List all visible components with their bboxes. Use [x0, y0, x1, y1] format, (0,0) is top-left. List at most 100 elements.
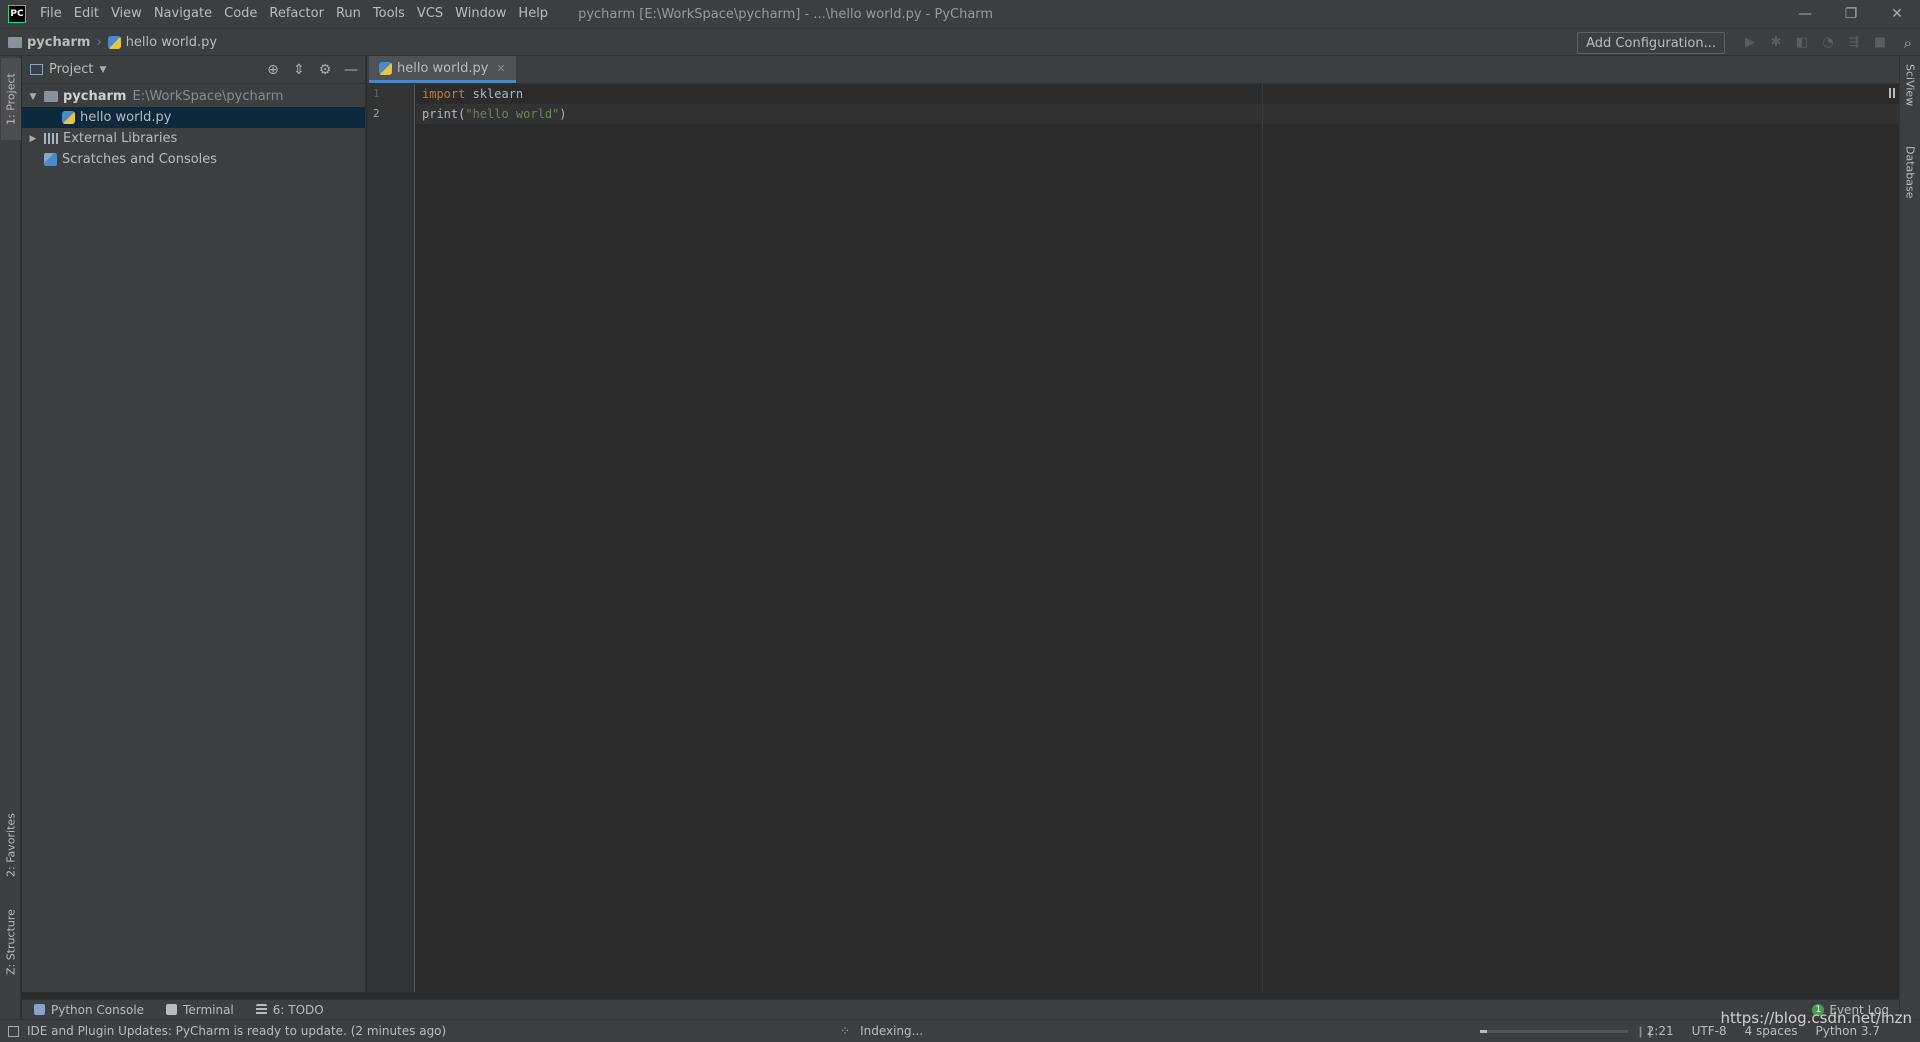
collapse-all-icon[interactable]: ⇕ [291, 60, 307, 80]
project-panel-title: Project [49, 62, 94, 77]
project-tool-tab[interactable]: 1: Project [1, 58, 21, 140]
inspection-indicator-icon[interactable] [1889, 88, 1895, 98]
collapsed-arrow-icon[interactable]: ▶ [26, 134, 40, 144]
menu-code[interactable]: Code [218, 0, 263, 28]
tree-item-external-libraries[interactable]: ▶ External Libraries [22, 128, 365, 149]
project-view-icon [30, 64, 43, 75]
run-with-coverage-icon[interactable]: ◧ [1794, 34, 1810, 50]
caret-position[interactable]: 2:21 [1647, 1024, 1674, 1038]
library-icon [44, 133, 58, 144]
menu-tools[interactable]: Tools [367, 0, 411, 28]
window-controls: — ❐ ✕ [1782, 0, 1920, 28]
keyword-token: import [422, 87, 466, 101]
menu-file[interactable]: File [34, 0, 68, 28]
todo-label: 6: TODO [272, 1002, 324, 1017]
tree-item-label: pycharm [63, 89, 127, 104]
indexing-label: Indexing... [860, 1024, 924, 1038]
menu-help[interactable]: Help [512, 0, 554, 28]
run-toolbar: ▶ ✱ ◧ ◔ ⇶ ■ [1742, 34, 1888, 50]
editor-tabs: hello world.py ✕ [367, 56, 1899, 84]
sciview-tool-tab[interactable]: SciView [1900, 58, 1920, 128]
toggle-tool-windows-icon[interactable] [8, 1025, 19, 1037]
left-tool-stripe: 1: Project 2: Favorites Z: Structure [0, 56, 21, 1019]
close-icon[interactable]: ✕ [496, 62, 505, 75]
code-editor[interactable]: import sklearn print("hello world") [416, 84, 1899, 992]
tree-item-path: E:\WorkSpace\pycharm [132, 89, 284, 104]
project-view-selector[interactable]: Project ▼ [30, 62, 106, 77]
tree-item-label: External Libraries [63, 131, 178, 146]
tool-windows-bar: Python Console Terminal 6: TODO 1 Event … [22, 999, 1899, 1019]
folder-icon [44, 91, 58, 102]
todo-button[interactable]: 6: TODO [255, 1002, 324, 1017]
hide-panel-icon[interactable]: — [343, 60, 359, 80]
run-icon[interactable]: ▶ [1742, 34, 1758, 50]
menu-vcs[interactable]: VCS [411, 0, 449, 28]
gear-icon[interactable]: ⚙ [317, 60, 333, 80]
favorites-tool-tab[interactable]: 2: Favorites [1, 802, 21, 888]
search-everywhere-icon[interactable]: ⌕ [1904, 34, 1912, 52]
menu-run[interactable]: Run [330, 0, 367, 28]
chevron-down-icon: ▼ [99, 64, 107, 75]
breadcrumb-root[interactable]: pycharm [27, 35, 90, 50]
paren-token: ) [559, 107, 567, 121]
tree-item-label: Scratches and Consoles [62, 152, 218, 167]
watermark-text: https://blog.csdn.net/lnzn [1720, 1009, 1912, 1027]
project-panel-tools: ⊕ ⇕ ⚙ — [265, 60, 359, 80]
python-file-icon [62, 111, 75, 124]
breadcrumb-file[interactable]: hello world.py [126, 35, 217, 50]
code-line[interactable]: import sklearn [416, 84, 1899, 104]
tree-item-label: hello world.py [80, 110, 172, 125]
restore-button[interactable]: ❐ [1828, 0, 1874, 28]
window-title: pycharm [E:\WorkSpace\pycharm] - ...\hel… [578, 6, 994, 22]
sciview-tool-tab-label: SciView [1903, 64, 1917, 107]
close-window-button[interactable]: ✕ [1874, 0, 1920, 28]
terminal-icon [166, 1004, 178, 1015]
function-token: print( [422, 107, 466, 121]
menu-edit[interactable]: Edit [68, 0, 105, 28]
main-menu: File Edit View Navigate Code Refactor Ru… [34, 0, 554, 28]
menu-window[interactable]: Window [449, 0, 512, 28]
spinner-icon: ⁘ [840, 1024, 851, 1038]
database-tool-tab[interactable]: Database [1900, 140, 1920, 216]
folder-icon [8, 36, 22, 48]
terminal-button[interactable]: Terminal [166, 1003, 234, 1017]
menu-view[interactable]: View [105, 0, 148, 28]
debug-icon[interactable]: ✱ [1768, 34, 1784, 50]
locate-file-icon[interactable]: ⊕ [265, 60, 281, 80]
expanded-arrow-icon[interactable]: ▼ [26, 92, 40, 102]
navigation-bar: pycharm › hello world.py Add Configurati… [0, 28, 1920, 56]
line-number: 2 [373, 107, 380, 120]
right-tool-stripe: SciView Database [1899, 56, 1920, 1019]
favorites-tool-tab-label: 2: Favorites [4, 813, 18, 877]
project-tree: ▼ pycharm E:\WorkSpace\pycharm hello wor… [22, 84, 365, 170]
tab-hello-world[interactable]: hello world.py ✕ [369, 56, 516, 83]
project-tool-window: Project ▼ ⊕ ⇕ ⚙ — ▼ pycharm E:\WorkSpace… [22, 56, 366, 992]
add-configuration-button[interactable]: Add Configuration... [1577, 32, 1725, 54]
structure-tool-tab[interactable]: Z: Structure [1, 898, 21, 986]
concurrency-diagram-icon[interactable]: ⇶ [1846, 34, 1862, 50]
indexing-indicator: ⁘ Indexing... [840, 1024, 923, 1038]
status-message[interactable]: IDE and Plugin Updates: PyCharm is ready… [27, 1024, 446, 1038]
breadcrumb-separator-icon: › [96, 34, 102, 50]
minimize-button[interactable]: — [1782, 0, 1828, 28]
tree-item-scratches[interactable]: Scratches and Consoles [22, 149, 365, 170]
project-panel-header: Project ▼ ⊕ ⇕ ⚙ — [22, 56, 365, 84]
stop-icon[interactable]: ■ [1872, 34, 1888, 50]
python-console-button[interactable]: Python Console [34, 1003, 144, 1017]
right-margin-guide [1262, 84, 1263, 992]
scratches-icon [44, 153, 57, 166]
tree-item-hello-world[interactable]: hello world.py [22, 107, 365, 128]
breadcrumb: pycharm › hello world.py [8, 35, 217, 50]
python-console-icon [34, 1004, 45, 1015]
menu-navigate[interactable]: Navigate [148, 0, 218, 28]
profile-icon[interactable]: ◔ [1820, 34, 1836, 50]
code-line[interactable]: print("hello world") [416, 104, 1899, 124]
project-tool-tab-label: 1: Project [4, 73, 18, 125]
python-file-icon [379, 61, 392, 75]
title-bar: PC File Edit View Navigate Code Refactor… [0, 0, 1920, 28]
menu-refactor[interactable]: Refactor [263, 0, 330, 28]
line-number: 1 [373, 87, 380, 100]
tree-item-project-root[interactable]: ▼ pycharm E:\WorkSpace\pycharm [22, 86, 365, 107]
pycharm-logo-icon: PC [8, 5, 26, 23]
terminal-label: Terminal [183, 1002, 234, 1017]
